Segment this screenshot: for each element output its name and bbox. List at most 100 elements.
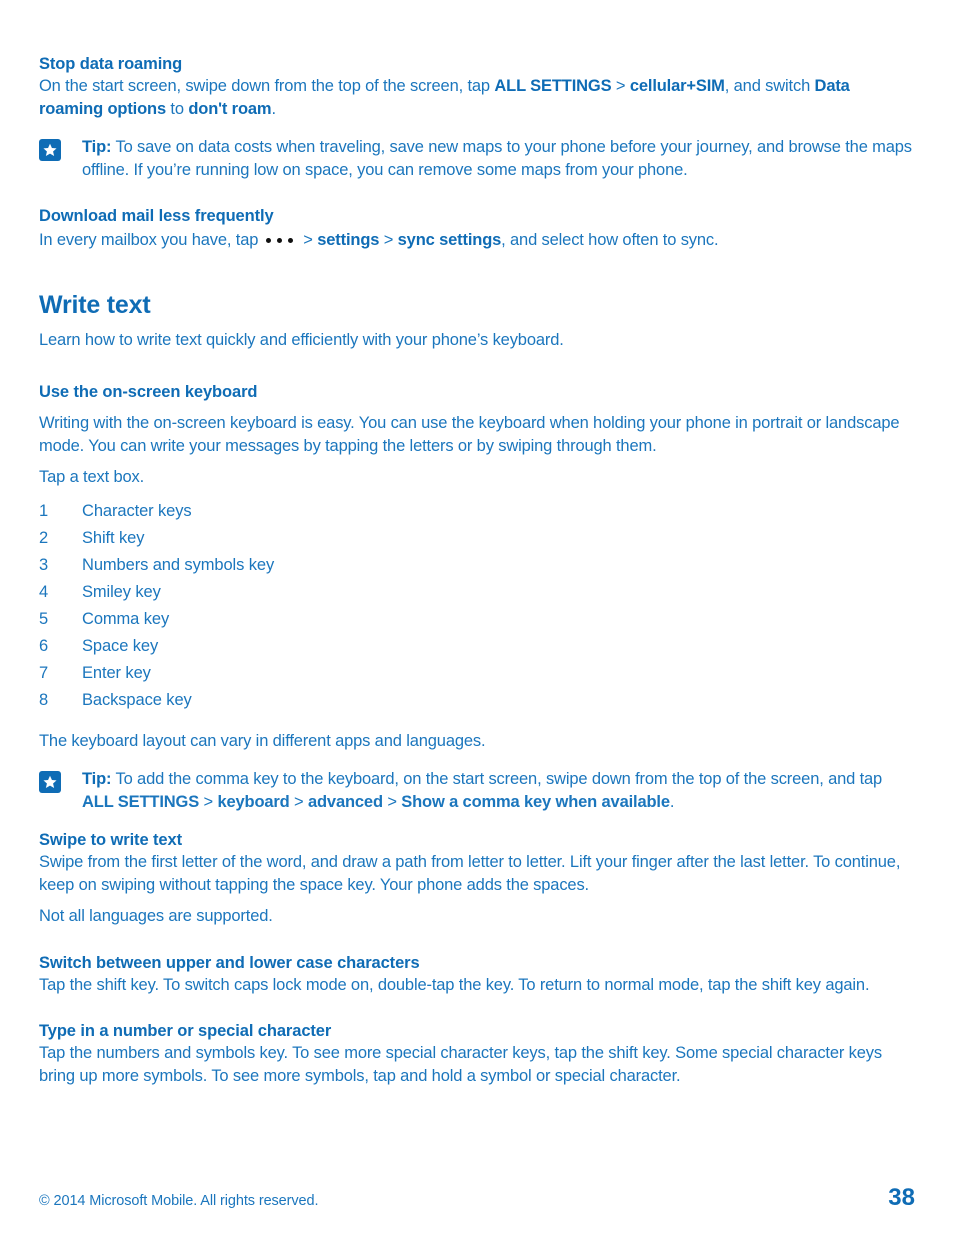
text-run: . (669, 792, 675, 811)
tip-text-comma-key: Tip: To add the comma key to the keyboar… (82, 768, 915, 813)
section-switch-case: Switch between upper and lower case char… (39, 952, 915, 997)
paragraph-tap-text-box: Tap a text box. (39, 468, 145, 486)
list-item-label: Comma key (82, 609, 170, 628)
list-item: 7 Enter key (39, 660, 915, 687)
paragraph-download-mail: In every mailbox you have, tap > settings… (39, 227, 915, 252)
list-item: 2 Shift key (39, 525, 915, 552)
list-item-label: Character keys (82, 501, 192, 520)
section-write-text: Write text Learn how to write text quick… (39, 290, 915, 352)
document-page: Stop data roaming On the start screen, s… (0, 0, 954, 1257)
text-run: On the start screen, swipe down from the… (39, 77, 495, 95)
section-swipe-to-write-text: Swipe to write text Swipe from the first… (39, 829, 915, 928)
ellipsis-icon (263, 227, 296, 250)
separator: > (379, 231, 398, 249)
page-footer: © 2014 Microsoft Mobile. All rights rese… (39, 1184, 915, 1212)
separator: > (611, 77, 630, 95)
list-item-number: 5 (39, 609, 49, 628)
paragraph-keyboard-layout-note: The keyboard layout can vary in differen… (39, 731, 486, 750)
heading-stop-data-roaming: Stop data roaming (39, 55, 183, 73)
section-use-onscreen-keyboard: Use the on-screen keyboard Writing with … (39, 381, 915, 752)
list-item: 4 Smiley key (39, 579, 915, 606)
paragraph-write-text-intro: Learn how to write text quickly and effi… (39, 330, 564, 349)
text-run: , and select how often to sync. (501, 231, 719, 249)
emphasis-show-comma-key: Show a comma key when available (401, 792, 670, 811)
list-item-number: 7 (39, 663, 49, 682)
list-item: 6 Space key (39, 633, 915, 660)
tip-star-icon (39, 139, 61, 161)
list-item-label: Backspace key (82, 690, 192, 709)
list-item-number: 8 (39, 690, 49, 709)
page-content: Stop data roaming On the start screen, s… (39, 53, 915, 1087)
list-item-number: 3 (39, 555, 49, 574)
tip-block-comma-key: Tip: To add the comma key to the keyboar… (39, 768, 915, 813)
tip-block-roaming: Tip: To save on data costs when travelin… (39, 136, 915, 181)
paragraph-keyboard-intro: Writing with the on-screen keyboard is e… (39, 414, 900, 455)
list-item: 5 Comma key (39, 606, 915, 633)
heading-use-onscreen-keyboard: Use the on-screen keyboard (39, 383, 258, 401)
list-item-label: Numbers and symbols key (82, 555, 275, 574)
emphasis-settings: settings (317, 231, 380, 249)
list-item-number: 1 (39, 501, 49, 520)
separator: > (382, 792, 402, 811)
list-item: 3 Numbers and symbols key (39, 552, 915, 579)
list-item-number: 2 (39, 528, 49, 547)
heading-download-mail: Download mail less frequently (39, 207, 274, 225)
section-stop-data-roaming: Stop data roaming On the start screen, s… (39, 53, 915, 120)
text-run: To add the comma key to the keyboard, on… (111, 770, 883, 788)
text-run: . (271, 99, 276, 118)
list-item-label: Enter key (82, 663, 151, 682)
heading-type-number: Type in a number or special character (39, 1022, 332, 1040)
paragraph-swipe-instructions: Swipe from the first letter of the word,… (39, 853, 901, 894)
separator: > (303, 231, 318, 249)
list-item-label: Space key (82, 636, 159, 655)
paragraph-switch-case: Tap the shift key. To switch caps lock m… (39, 975, 870, 994)
page-title-write-text: Write text (39, 290, 151, 319)
keyboard-key-legend-list: 1 Character keys 2 Shift key 3 Numbers a… (39, 498, 915, 714)
emphasis-dont-roam: don't roam (188, 99, 272, 118)
tip-star-icon (39, 771, 61, 793)
footer-page-number: 38 (888, 1184, 915, 1211)
paragraph-stop-data-roaming: On the start screen, swipe down from the… (39, 75, 915, 120)
emphasis-all-settings: ALL SETTINGS (82, 792, 200, 811)
list-item: 1 Character keys (39, 498, 915, 525)
emphasis-sync-settings: sync settings (397, 231, 502, 249)
tip-label: Tip: (82, 770, 112, 788)
text-run: to (166, 99, 189, 118)
text-run: , and switch (724, 77, 815, 95)
list-item-number: 4 (39, 582, 49, 601)
list-item-label: Shift key (82, 528, 145, 547)
emphasis-keyboard: keyboard (217, 792, 290, 811)
list-item-number: 6 (39, 636, 49, 655)
section-type-number: Type in a number or special character Ta… (39, 1020, 915, 1087)
heading-switch-case: Switch between upper and lower case char… (39, 953, 420, 972)
heading-swipe-to-write-text: Swipe to write text (39, 831, 182, 849)
emphasis-advanced: advanced (307, 792, 383, 811)
emphasis-cellular-sim: cellular+SIM (629, 77, 725, 95)
list-item-label: Smiley key (82, 582, 161, 601)
separator: > (199, 792, 218, 811)
section-download-mail: Download mail less frequently In every m… (39, 205, 915, 252)
tip-label: Tip: (82, 138, 112, 156)
tip-text-roaming: Tip: To save on data costs when travelin… (82, 136, 915, 181)
emphasis-all-settings: ALL SETTINGS (494, 77, 612, 95)
text-run: In every mailbox you have, tap (39, 231, 259, 249)
paragraph-language-support-note: Not all languages are supported. (39, 907, 273, 925)
paragraph-type-number: Tap the numbers and symbols key. To see … (39, 1044, 882, 1085)
text-run: To save on data costs when traveling, sa… (82, 138, 912, 179)
separator: > (289, 792, 308, 811)
footer-copyright: © 2014 Microsoft Mobile. All rights rese… (39, 1193, 319, 1209)
list-item: 8 Backspace key (39, 687, 915, 714)
